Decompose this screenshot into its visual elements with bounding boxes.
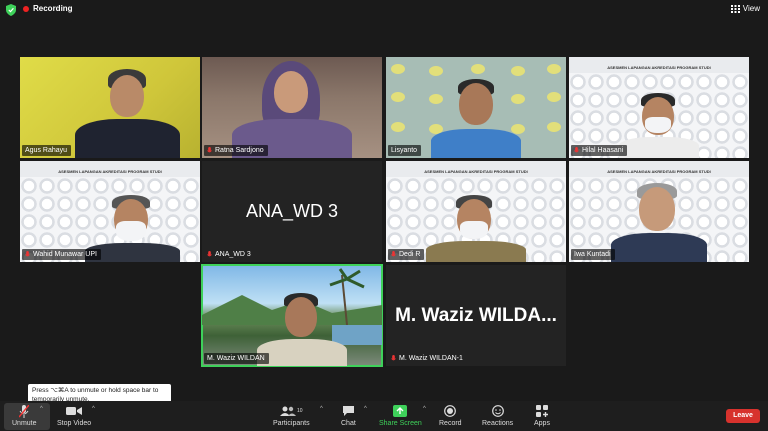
tile-name-label: Hilal Haasani	[571, 145, 628, 156]
participants-button[interactable]: 10 Participants	[273, 404, 310, 427]
leave-button[interactable]: Leave	[726, 409, 760, 423]
meeting-topbar: Recording View	[0, 0, 768, 20]
participants-options-chevron-icon[interactable]: ^	[320, 406, 323, 412]
muted-mic-icon	[391, 251, 396, 257]
view-button[interactable]: View	[730, 4, 760, 13]
apps-label: Apps	[534, 420, 550, 427]
banner-text: ASESMEN LAPANGAN AKREDITASI PROGRAM STUD…	[424, 169, 528, 174]
record-label: Record	[439, 420, 462, 427]
video-tile-ratna-sardjono[interactable]: Ratna Sardjono	[202, 57, 382, 158]
grid-view-icon	[730, 4, 740, 13]
tile-name-label: Lisyanto	[388, 145, 422, 156]
video-tile-hilal-haasani[interactable]: ASESMEN LAPANGAN AKREDITASI PROGRAM STUD…	[569, 57, 749, 158]
view-label: View	[742, 4, 760, 13]
chat-bubble-icon	[342, 406, 354, 416]
smiley-reaction-icon	[491, 405, 504, 417]
audio-options-chevron-icon[interactable]: ^	[40, 406, 43, 412]
recording-indicator[interactable]: Recording	[23, 4, 73, 13]
apps-button[interactable]: Apps	[534, 404, 550, 427]
video-tile-iwa-kuntadi[interactable]: ASESMEN LAPANGAN AKREDITASI PROGRAM STUD…	[569, 161, 749, 262]
record-button[interactable]: Record	[439, 404, 462, 427]
video-tile-lisyanto[interactable]: Lisyanto	[386, 57, 566, 158]
muted-mic-icon	[207, 147, 212, 153]
banner-text: ASESMEN LAPANGAN AKREDITASI PROGRAM STUD…	[58, 169, 162, 174]
participants-label: Participants	[273, 420, 310, 427]
tile-name-label: Ratna Sardjono	[204, 145, 268, 156]
chat-label: Chat	[341, 420, 356, 427]
video-tile-m-waziz-wildan[interactable]: M. Waziz WILDAN	[201, 264, 383, 367]
participant-display-name: M. Waziz WILDA...	[395, 305, 557, 326]
share-screen-icon	[393, 405, 408, 417]
video-tile-agus-rahayu[interactable]: Agus Rahayu	[20, 57, 200, 158]
reactions-button[interactable]: Reactions	[482, 404, 513, 427]
participants-icon	[280, 406, 296, 416]
muted-microphone-icon	[19, 404, 30, 418]
tile-name-label: Iwa Kuntadi	[571, 249, 615, 260]
participants-count: 10	[297, 408, 303, 414]
video-tile-dedi-r[interactable]: ASESMEN LAPANGAN AKREDITASI PROGRAM STUD…	[386, 161, 566, 262]
banner-text: ASESMEN LAPANGAN AKREDITASI PROGRAM STUD…	[607, 65, 711, 70]
tile-name-label: ANA_WD 3	[204, 249, 255, 260]
muted-mic-icon	[574, 147, 579, 153]
muted-mic-icon	[391, 355, 396, 361]
stop-video-button[interactable]: Stop Video	[57, 404, 91, 427]
tile-name-label: Wahid Munawar UPI	[22, 249, 101, 260]
video-tile-m-waziz-wildan-1[interactable]: M. Waziz WILDA... M. Waziz WILDAN-1	[386, 265, 566, 366]
chat-button[interactable]: Chat	[341, 404, 356, 427]
participant-display-name: ANA_WD 3	[245, 201, 339, 221]
share-options-chevron-icon[interactable]: ^	[423, 406, 426, 412]
share-screen-button[interactable]: Share Screen	[379, 404, 422, 427]
tile-name-label: Agus Rahayu	[22, 145, 72, 156]
chat-options-chevron-icon[interactable]: ^	[364, 406, 367, 412]
recording-label: Recording	[33, 4, 73, 13]
video-camera-icon	[66, 407, 83, 415]
share-screen-label: Share Screen	[379, 420, 422, 427]
stop-video-label: Stop Video	[57, 420, 92, 427]
recording-dot-icon	[23, 5, 29, 12]
muted-mic-icon	[207, 251, 212, 257]
meeting-toolbar: Unmute ^ Stop Video ^ 10 Participants ^ …	[0, 401, 768, 431]
reactions-label: Reactions	[482, 420, 514, 427]
record-icon	[444, 405, 457, 417]
video-tile-ana-wd3[interactable]: ANA_WD 3 ANA_WD 3	[202, 161, 382, 262]
banner-text: ASESMEN LAPANGAN AKREDITASI PROGRAM STUD…	[607, 169, 711, 174]
tile-name-label: M. Waziz WILDAN	[204, 353, 269, 364]
unmute-label: Unmute	[12, 420, 37, 427]
tile-name-label: M. Waziz WILDAN-1	[388, 353, 467, 364]
unmute-button[interactable]: Unmute	[12, 404, 37, 427]
security-shield-icon[interactable]	[6, 4, 16, 16]
video-tile-wahid-munawar[interactable]: ASESMEN LAPANGAN AKREDITASI PROGRAM STUD…	[20, 161, 200, 262]
video-options-chevron-icon[interactable]: ^	[92, 406, 95, 412]
tile-name-label: Dedi R	[388, 249, 425, 260]
muted-mic-icon	[25, 251, 30, 257]
apps-grid-icon	[535, 405, 548, 417]
